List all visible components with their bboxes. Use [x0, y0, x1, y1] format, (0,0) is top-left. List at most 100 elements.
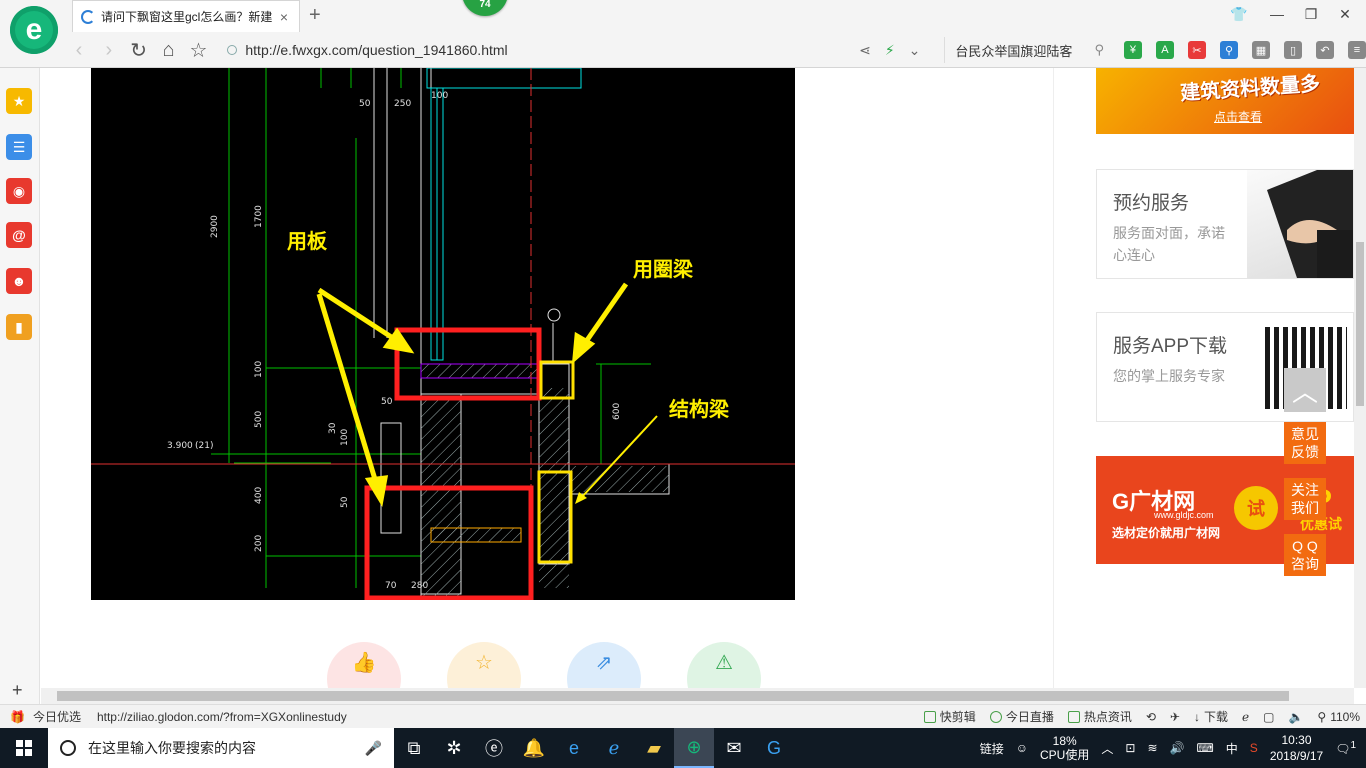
network-icon[interactable]: ⊡ [1125, 741, 1135, 755]
apps-grid-icon[interactable]: ▦ [1251, 41, 1270, 59]
close-window-button[interactable]: ✕ [1330, 6, 1360, 23]
horizontal-scroll-thumb[interactable] [57, 691, 1289, 701]
home-button[interactable]: ⌂ [154, 39, 184, 62]
zoom-control[interactable]: ⚲ 110% [1317, 710, 1360, 724]
tab-active[interactable]: 请问下飘窗这里gcl怎么画？新建 × [72, 0, 300, 32]
ad-top-link[interactable]: 点击查看 [1214, 108, 1262, 125]
volume-icon[interactable]: 🔈 [1288, 710, 1303, 724]
wifi-icon[interactable]: ≋ [1147, 741, 1157, 755]
chevron-up-icon[interactable]: ︿ [1101, 740, 1113, 757]
forward-button[interactable]: › [94, 39, 124, 62]
tab-close-button[interactable]: × [277, 9, 291, 25]
hot-news-item[interactable]: 热点资讯 [1067, 708, 1132, 725]
cad-drawing-svg: 用板 用圈梁 结构梁 50 250 100 2900 1700 100 50 5… [91, 68, 795, 600]
share-button[interactable]: ⇗ [567, 642, 641, 688]
ie-icon[interactable]: ℯ [594, 728, 634, 768]
clock[interactable]: 10:30 2018/9/17 [1270, 732, 1323, 764]
keyboard-icon[interactable]: ⌨ [1196, 741, 1213, 755]
translate-icon[interactable]: A [1155, 41, 1174, 59]
sogou-icon[interactable]: S [1250, 741, 1258, 755]
pin-icon[interactable]: ✈ [1170, 710, 1180, 724]
ad-banner-materials[interactable]: 建筑资料数量多 点击查看 [1096, 68, 1354, 134]
tablet-icon[interactable]: ▯ [1283, 41, 1302, 59]
search-suggestion-text[interactable]: 台民众举国旗迎陆客 [955, 41, 1072, 60]
notification-count: 1 [1350, 740, 1356, 751]
search-icon[interactable]: ⚲ [1094, 42, 1104, 58]
share-icon[interactable]: ⋖ [859, 42, 871, 59]
weibo-icon[interactable]: ◉ [6, 178, 32, 204]
minimize-button[interactable]: — [1262, 6, 1292, 22]
dim-400: 400 [254, 487, 264, 504]
url-text[interactable]: http://e.fwxgx.com/question_1941860.html [245, 42, 507, 58]
follow-us-button[interactable]: 关注 我们 [1284, 478, 1326, 520]
download-item[interactable]: ↓ 下载 [1194, 708, 1228, 725]
skin-icon[interactable]: 👕 [1224, 6, 1254, 23]
file-explorer-icon[interactable]: ▰ [634, 728, 674, 768]
live-today-item[interactable]: 今日直播 [989, 708, 1054, 725]
undo-icon[interactable]: ↶ [1315, 41, 1334, 59]
clock-time: 10:30 [1281, 733, 1312, 747]
tray-link-label[interactable]: 链接 [980, 740, 1004, 757]
360-browser-taskbar-icon[interactable]: ⊕ [674, 728, 714, 768]
sidebar-add-button[interactable]: + [12, 680, 23, 701]
dim-1700: 1700 [254, 205, 264, 228]
task-view-icon[interactable]: ⧉ [394, 728, 434, 768]
start-button[interactable] [0, 728, 48, 768]
vertical-scrollbar[interactable] [1354, 68, 1366, 688]
play-icon [989, 710, 1002, 723]
back-to-top-button[interactable]: ︿ [1284, 368, 1326, 412]
report-button[interactable]: ⚠ [687, 642, 761, 688]
mail-icon[interactable]: @ [6, 222, 32, 248]
quick-edit-item[interactable]: 快剪辑 [923, 708, 976, 725]
pinwheel-app-icon[interactable]: ✲ [434, 728, 474, 768]
magnifier-icon[interactable]: ⚲ [1219, 41, 1238, 59]
label-structural-beam: 结构梁 [669, 397, 730, 421]
star-icon: ☆ [475, 652, 493, 674]
new-tab-button[interactable]: + [309, 4, 321, 27]
taskbar-search-box[interactable]: 在这里输入你要搜索的内容 🎤 [48, 728, 394, 768]
ime-indicator[interactable]: 中 [1226, 740, 1238, 757]
action-center-icon[interactable]: 🗨1 [1335, 740, 1356, 756]
status-left-label[interactable]: 今日优选 [33, 708, 81, 725]
horizontal-scrollbar[interactable] [41, 688, 1354, 704]
notification-app-icon[interactable]: 🔔 [514, 728, 554, 768]
browser-logo-icon[interactable]: e [10, 6, 58, 54]
menu-icon[interactable]: ≡ [1347, 41, 1366, 59]
search-box[interactable]: 台民众举国旗迎陆客 ⚲ [944, 37, 1104, 63]
reading-list-icon[interactable]: ☰ [6, 134, 32, 160]
notes-icon[interactable]: ▮ [6, 314, 32, 340]
edge-icon[interactable]: e [554, 728, 594, 768]
game-icon[interactable]: ☻ [6, 268, 32, 294]
microphone-icon[interactable]: 🎤 [365, 740, 382, 757]
favorites-star-icon[interactable]: ★ [6, 88, 32, 114]
address-bar[interactable]: http://e.fwxgx.com/question_1941860.html [227, 37, 639, 63]
qq-consult-button[interactable]: Q Q 咨询 [1284, 534, 1326, 576]
cad-drawing-image[interactable]: 用板 用圈梁 结构梁 50 250 100 2900 1700 100 50 5… [91, 68, 795, 600]
notification-badge[interactable]: 74 [462, 0, 508, 16]
scissors-icon[interactable]: ✂ [1187, 41, 1206, 59]
bookmark-star-button[interactable]: ☆ [184, 38, 214, 63]
like-button[interactable]: 👍 [327, 642, 401, 688]
mail-app-icon[interactable]: ✉ [714, 728, 754, 768]
speed-mode-icon[interactable]: ⚡ [885, 42, 895, 59]
shield-icon[interactable]: ¥ [1123, 41, 1142, 59]
people-icon[interactable]: ☺ [1016, 741, 1028, 755]
glodon-app-icon[interactable]: G [754, 728, 794, 768]
action-buttons-row: 👍 ☆ ⇗ ⚠ [327, 642, 761, 688]
restore-button[interactable]: ❐ [1296, 6, 1326, 23]
feedback-button[interactable]: 意见 反馈 [1284, 422, 1326, 464]
browser-e-icon[interactable]: ⓔ [474, 728, 514, 768]
vertical-scroll-thumb[interactable] [1356, 242, 1364, 406]
refresh-button[interactable]: ↻ [124, 38, 154, 63]
chevron-down-icon[interactable]: ⌄ [909, 42, 921, 59]
dim-100-c: 100 [340, 429, 350, 446]
speaker-icon[interactable]: 🔊 [1170, 741, 1185, 755]
service-card-appointment[interactable]: 预约服务 服务面对面，承诺心连心 [1096, 169, 1354, 279]
window-icon[interactable]: ▢ [1263, 710, 1274, 724]
ie-mode-icon[interactable]: ℯ [1242, 710, 1249, 724]
back-button[interactable]: ‹ [64, 39, 94, 62]
favorite-button[interactable]: ☆ [447, 642, 521, 688]
cpu-usage[interactable]: 18% CPU使用 [1040, 734, 1089, 762]
clean-icon[interactable]: ⟲ [1146, 710, 1156, 724]
site-info-icon[interactable] [227, 45, 238, 55]
